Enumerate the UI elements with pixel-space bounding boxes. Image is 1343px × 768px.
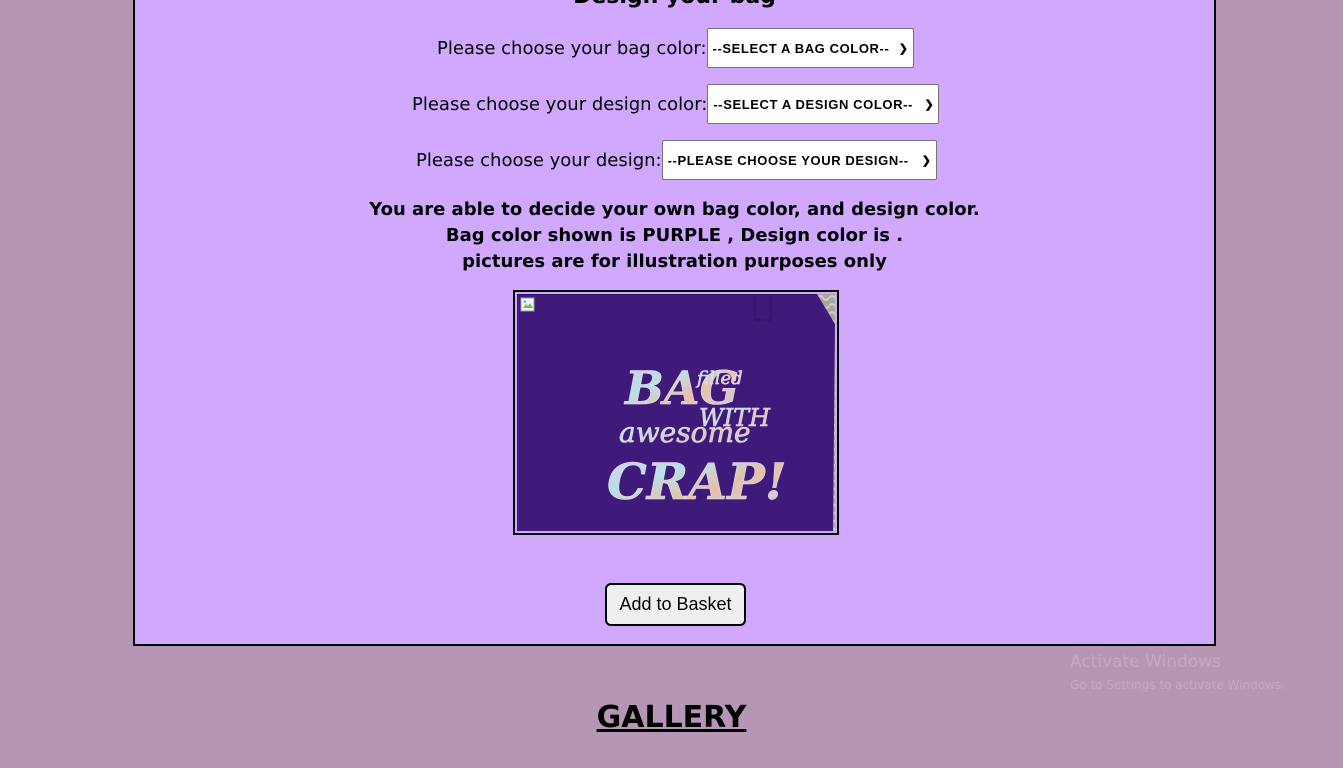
product-image: BAG filled WITH awesome CRAP! — [517, 294, 835, 531]
design-color-select-value: --SELECT A DESIGN COLOR-- — [713, 96, 913, 112]
bag-color-label: Please choose your bag color: — [437, 37, 707, 59]
design-select[interactable]: --PLEASE CHOOSE YOUR DESIGN-- ❯ — [661, 140, 937, 180]
bag-print-word: filled — [695, 368, 743, 389]
watermark-line: Activate Windows — [1070, 652, 1221, 672]
chevron-down-icon: ❯ — [898, 42, 909, 55]
design-row: Please choose your design: --PLEASE CHOO… — [416, 140, 937, 180]
bag-color-select-value: --SELECT A BAG COLOR-- — [712, 40, 890, 56]
chevron-down-icon: ❯ — [921, 154, 932, 167]
chevron-down-icon: ❯ — [924, 98, 935, 111]
broken-image-icon — [520, 297, 535, 312]
design-panel: Design your bag Please choose your bag c… — [133, 0, 1216, 646]
activate-windows-watermark: Activate Windows Go to Settings to activ… — [1070, 652, 1285, 692]
design-title: Design your bag — [135, 0, 1214, 9]
info-line: pictures are for illustration purposes o… — [462, 251, 887, 272]
bag-color-select[interactable]: --SELECT A BAG COLOR-- ❯ — [706, 28, 914, 68]
bag-print-word: awesome — [619, 416, 751, 449]
bag-color-row: Please choose your bag color: --SELECT A… — [437, 28, 914, 68]
info-line: You are able to decide your own bag colo… — [369, 199, 980, 220]
info-line: Bag color shown is PURPLE , Design color… — [445, 225, 904, 246]
info-text: You are able to decide your own bag colo… — [135, 197, 1214, 275]
gallery-heading: GALLERY — [596, 700, 747, 735]
design-select-value: --PLEASE CHOOSE YOUR DESIGN-- — [667, 152, 909, 168]
bag-print-word: CRAP! — [607, 452, 787, 511]
add-to-basket-button[interactable]: Add to Basket — [605, 583, 746, 626]
product-image-frame: BAG filled WITH awesome CRAP! — [513, 290, 839, 535]
watermark-line: Go to Settings to activate Windows. — [1070, 678, 1285, 692]
design-color-row: Please choose your design color: --SELEC… — [412, 84, 940, 124]
design-label: Please choose your design: — [416, 149, 662, 171]
design-color-label: Please choose your design color: — [412, 93, 708, 115]
design-color-select[interactable]: --SELECT A DESIGN COLOR-- ❯ — [707, 84, 940, 124]
